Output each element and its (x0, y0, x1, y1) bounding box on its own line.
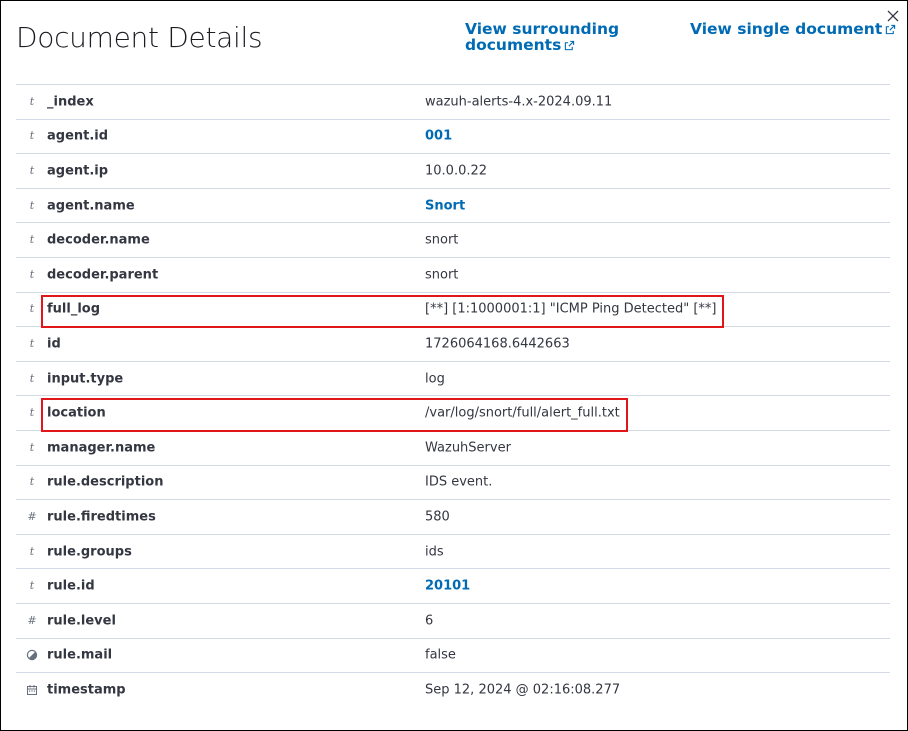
string-type-icon: t (29, 233, 35, 247)
table-row: t manager.name WazuhServer (16, 431, 890, 466)
field-name: agent.id (47, 128, 109, 144)
string-type-icon: t (29, 163, 35, 177)
table-row: t id 1726064168.6442663 (16, 327, 890, 362)
field-name: decoder.name (47, 232, 150, 248)
table-row: t input.type log (16, 362, 890, 397)
document-details-flyout: Document Details View surrounding docume… (0, 0, 908, 731)
table-row: t agent.ip 10.0.0.22 (16, 154, 890, 189)
external-link-icon (565, 40, 575, 51)
field-name: rule.description (47, 474, 164, 490)
field-name: location (47, 405, 106, 421)
field-name: timestamp (47, 682, 126, 698)
view-surrounding-label: View surrounding documents (465, 20, 620, 54)
field-name: rule.id (47, 578, 95, 594)
table-row: t location/var/log/snort/full/alert_full.… (16, 396, 890, 431)
field-name: full_log (47, 301, 101, 317)
field-value-link[interactable]: Snort (425, 198, 465, 213)
table-row: # rule.firedtimes 580 (16, 500, 890, 535)
field-name: rule.groups (47, 544, 132, 560)
string-type-icon: t (29, 198, 35, 212)
string-type-icon: t (29, 336, 35, 350)
string-type-icon: t (29, 475, 35, 489)
field-value: [**] [1:1000001:1] "ICMP Ping Detected" … (425, 301, 717, 317)
string-type-icon: t (29, 440, 35, 454)
document-fields-table: t _index wazuh-alerts-4.x-2024.09.11 t agent… (16, 84, 890, 708)
field-value: 6 (425, 613, 434, 629)
field-value: 580 (425, 509, 450, 525)
field-value-link[interactable]: 001 (425, 129, 452, 144)
field-value: WazuhServer (425, 440, 511, 456)
table-row: rule.mail false (16, 639, 890, 674)
string-type-icon: t (29, 267, 35, 281)
view-surrounding-documents-link[interactable]: View surrounding documents (465, 21, 665, 53)
field-value: false (425, 647, 456, 663)
string-type-icon: t (29, 129, 35, 143)
field-name: rule.level (47, 613, 116, 629)
field-name: manager.name (47, 440, 156, 456)
number-type-icon: # (27, 509, 37, 523)
field-name: agent.ip (47, 163, 109, 179)
table-row: t rule.id 20101 (16, 569, 890, 604)
field-name: _index (47, 94, 94, 110)
calendar-icon (26, 684, 38, 696)
field-name: agent.name (47, 198, 135, 214)
field-value: Sep 12, 2024 @ 02:16:08.277 (425, 682, 621, 698)
table-row: t rule.description IDS event. (16, 466, 890, 501)
page-title: Document Details (16, 21, 263, 54)
table-row: t decoder.name snort (16, 223, 890, 258)
field-value: 1726064168.6442663 (425, 336, 570, 352)
table-row: t _index wazuh-alerts-4.x-2024.09.11 (16, 85, 890, 120)
field-name: id (47, 336, 61, 352)
table-row: t decoder.parent snort (16, 258, 890, 293)
string-type-icon: t (29, 579, 35, 593)
boolean-type-icon (26, 649, 38, 661)
field-value: IDS event. (425, 474, 493, 490)
string-type-icon: t (29, 94, 35, 108)
close-button[interactable] (883, 6, 903, 26)
field-value: log (425, 371, 445, 387)
field-value: snort (425, 267, 459, 283)
field-value: /var/log/snort/full/alert_full.txt (425, 405, 620, 421)
field-name: rule.mail (47, 647, 113, 663)
table-row: t rule.groups ids (16, 535, 890, 570)
field-name: rule.firedtimes (47, 509, 156, 525)
string-type-icon: t (29, 406, 35, 420)
view-single-document-link[interactable]: View single document (690, 21, 896, 37)
field-value-link[interactable]: 20101 (425, 579, 470, 594)
field-name: decoder.parent (47, 267, 159, 283)
string-type-icon: t (29, 544, 35, 558)
close-icon (887, 10, 899, 22)
number-type-icon: # (27, 613, 37, 627)
table-row: # rule.level 6 (16, 604, 890, 639)
field-name: input.type (47, 371, 124, 387)
table-row: t full_log [**] [1:1000001:1] "ICMP Ping D… (16, 293, 890, 328)
string-type-icon: t (29, 302, 35, 316)
table-row: t agent.id 001 (16, 120, 890, 155)
table-row: t agent.name Snort (16, 189, 890, 224)
table-row: timestamp Sep 12, 2024 @ 02:16:08.277 (16, 673, 890, 708)
field-value: 10.0.0.22 (425, 163, 488, 179)
field-value: ids (425, 544, 444, 560)
field-value: wazuh-alerts-4.x-2024.09.11 (425, 94, 613, 110)
string-type-icon: t (29, 371, 35, 385)
field-value: snort (425, 232, 459, 248)
view-single-label: View single document (690, 20, 883, 38)
